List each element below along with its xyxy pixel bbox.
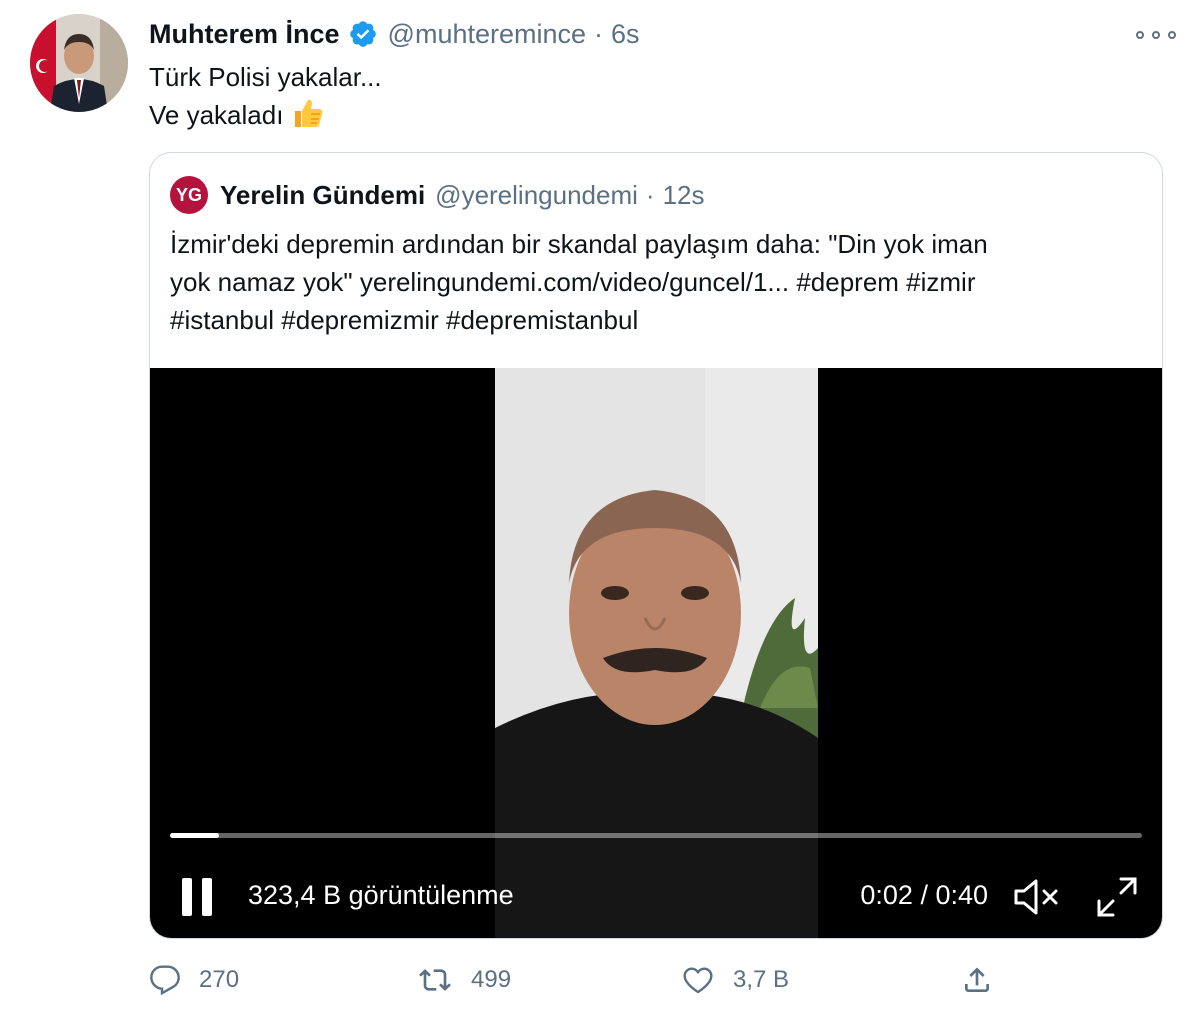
retweet-button[interactable]: 499 — [417, 955, 511, 1005]
view-count: 323,4 B görüntülenme — [248, 880, 514, 910]
quoted-tweet-header: YG Yerelin Gündemi @yerelingundemi · 12s — [170, 176, 705, 214]
tweet-action-bar: 270 499 3,7 B — [149, 955, 1009, 1005]
verified-badge-icon — [348, 19, 378, 49]
reply-count: 270 — [199, 966, 240, 993]
video-player[interactable]: 323,4 B görüntülenme 0:02 / 0:40 — [150, 368, 1162, 938]
quoted-timestamp[interactable]: 12s — [663, 180, 705, 211]
author-handle[interactable]: @muhteremince — [388, 19, 586, 50]
quoted-tweet-text: İzmir'deki depremin ardından bir skandal… — [170, 225, 1145, 339]
video-progress-bar[interactable] — [170, 833, 1142, 838]
more-options-icon[interactable] — [1136, 24, 1176, 46]
volume-muted-icon[interactable] — [1012, 876, 1062, 918]
separator-dot: · — [645, 179, 655, 210]
thumbs-up-icon — [291, 96, 325, 130]
fullscreen-icon[interactable] — [1094, 874, 1140, 920]
separator-dot: · — [594, 18, 604, 49]
quoted-author-name[interactable]: Yerelin Gündemi — [220, 180, 425, 211]
share-button[interactable] — [961, 955, 993, 1005]
video-timecode: 0:02 / 0:40 — [860, 880, 988, 910]
author-avatar[interactable] — [30, 14, 128, 112]
quoted-tweet-card[interactable]: YG Yerelin Gündemi @yerelingundemi · 12s… — [149, 152, 1163, 939]
tweet-timestamp[interactable]: 6s — [611, 19, 640, 50]
quoted-text-line: yok namaz yok" yerelingundemi.com/video/… — [170, 267, 976, 297]
tweet-text-span: Ve yakaladı — [149, 100, 284, 130]
quoted-author-handle[interactable]: @yerelingundemi — [435, 180, 638, 211]
video-frame[interactable] — [495, 368, 818, 938]
like-button[interactable]: 3,7 B — [681, 955, 789, 1005]
retweet-count: 499 — [471, 966, 512, 993]
tweet-text-line: Türk Polisi yakalar... — [149, 62, 382, 92]
share-icon — [961, 964, 993, 996]
reply-icon — [149, 964, 181, 996]
author-name[interactable]: Muhterem İnce — [149, 19, 340, 50]
quoted-text-line: İzmir'deki depremin ardından bir skandal… — [170, 229, 988, 259]
tweet-header: Muhterem İnce @muhteremince · 6s — [149, 14, 640, 54]
video-progress-fill — [170, 833, 219, 838]
like-count: 3,7 B — [733, 966, 790, 993]
quoted-text-line: #istanbul #depremizmir #depremistanbul — [170, 305, 639, 335]
reply-button[interactable]: 270 — [149, 955, 239, 1005]
heart-icon — [681, 964, 715, 996]
video-controls: 323,4 B görüntülenme 0:02 / 0:40 — [150, 866, 1162, 926]
tweet-text: Türk Polisi yakalar... Ve yakaladı — [149, 58, 382, 134]
quoted-author-logo[interactable]: YG — [170, 176, 208, 214]
tweet-text-line: Ve yakaladı — [149, 96, 382, 134]
pause-button[interactable] — [180, 878, 216, 918]
retweet-icon — [417, 964, 453, 996]
